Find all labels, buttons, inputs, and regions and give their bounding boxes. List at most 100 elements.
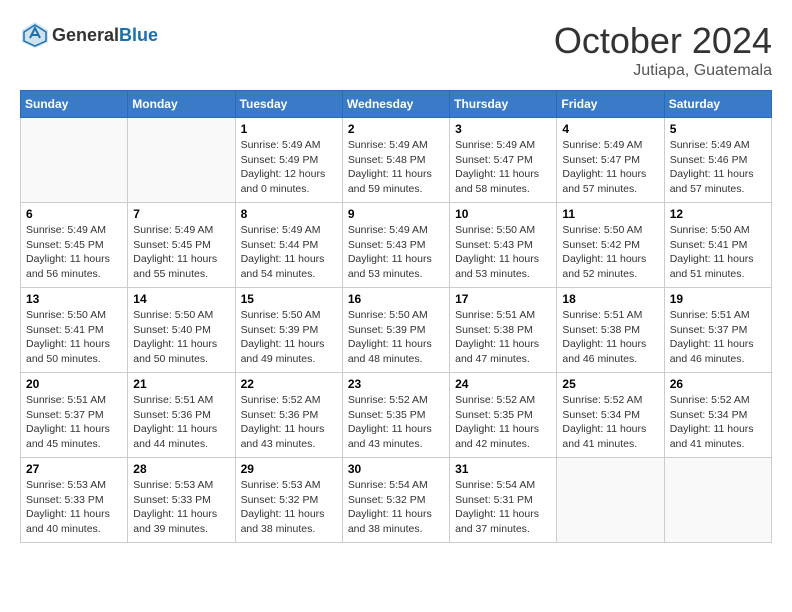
calendar-cell: 5 Sunrise: 5:49 AMSunset: 5:46 PMDaylight… bbox=[664, 118, 771, 203]
page-header: GeneralBlue October 2024 Jutiapa, Guatem… bbox=[20, 20, 772, 80]
calendar-cell: 3Sunrise: 5:49 AMSunset: 5:47 PMDaylight… bbox=[450, 118, 557, 203]
logo-text: GeneralBlue bbox=[52, 25, 158, 46]
calendar-cell: 4 Sunrise: 5:49 AMSunset: 5:47 PMDaylight… bbox=[557, 118, 664, 203]
calendar-week-row: 27 Sunrise: 5:53 AMSunset: 5:33 PMDayligh… bbox=[21, 458, 772, 543]
calendar-cell: 11 Sunrise: 5:50 AMSunset: 5:42 PMDayligh… bbox=[557, 203, 664, 288]
day-number: 14 bbox=[133, 292, 229, 306]
day-number: 16 bbox=[348, 292, 444, 306]
logo-icon bbox=[20, 20, 50, 50]
calendar-cell: 20 Sunrise: 5:51 AMSunset: 5:37 PMDayligh… bbox=[21, 373, 128, 458]
weekday-header: Friday bbox=[557, 91, 664, 118]
day-number: 31 bbox=[455, 462, 551, 476]
calendar-cell: 24 Sunrise: 5:52 AMSunset: 5:35 PMDayligh… bbox=[450, 373, 557, 458]
calendar-cell: 2 Sunrise: 5:49 AMSunset: 5:48 PMDaylight… bbox=[342, 118, 449, 203]
calendar-cell: 15 Sunrise: 5:50 AMSunset: 5:39 PMDayligh… bbox=[235, 288, 342, 373]
day-number: 8 bbox=[241, 207, 337, 221]
day-number: 24 bbox=[455, 377, 551, 391]
day-info: Sunrise: 5:50 AMSunset: 5:39 PMDaylight:… bbox=[348, 308, 444, 367]
calendar-cell: 16 Sunrise: 5:50 AMSunset: 5:39 PMDayligh… bbox=[342, 288, 449, 373]
day-number: 2 bbox=[348, 122, 444, 136]
day-info: Sunrise: 5:52 AMSunset: 5:34 PMDaylight:… bbox=[562, 393, 658, 452]
day-number: 19 bbox=[670, 292, 766, 306]
day-number: 15 bbox=[241, 292, 337, 306]
day-info: Sunrise: 5:50 AMSunset: 5:39 PMDaylight:… bbox=[241, 308, 337, 367]
day-info: Sunrise: 5:52 AMSunset: 5:35 PMDaylight:… bbox=[455, 393, 551, 452]
calendar-cell: 31Sunrise: 5:54 AMSunset: 5:31 PMDayligh… bbox=[450, 458, 557, 543]
day-info: Sunrise: 5:51 AMSunset: 5:38 PMDaylight:… bbox=[455, 308, 551, 367]
day-info: Sunrise: 5:52 AMSunset: 5:34 PMDaylight:… bbox=[670, 393, 766, 452]
weekday-header: Sunday bbox=[21, 91, 128, 118]
day-info: Sunrise: 5:50 AMSunset: 5:40 PMDaylight:… bbox=[133, 308, 229, 367]
day-number: 12 bbox=[670, 207, 766, 221]
day-number: 28 bbox=[133, 462, 229, 476]
day-info: Sunrise: 5:50 AMSunset: 5:42 PMDaylight:… bbox=[562, 223, 658, 282]
calendar-cell: 19 Sunrise: 5:51 AMSunset: 5:37 PMDayligh… bbox=[664, 288, 771, 373]
calendar-table: SundayMondayTuesdayWednesdayThursdayFrid… bbox=[20, 90, 772, 543]
day-number: 18 bbox=[562, 292, 658, 306]
day-number: 17 bbox=[455, 292, 551, 306]
day-info: Sunrise: 5:49 AMSunset: 5:44 PMDaylight:… bbox=[241, 223, 337, 282]
weekday-header: Thursday bbox=[450, 91, 557, 118]
day-number: 25 bbox=[562, 377, 658, 391]
day-number: 30 bbox=[348, 462, 444, 476]
month-title: October 2024 bbox=[554, 20, 772, 62]
day-info: Sunrise: 5:50 AMSunset: 5:41 PMDaylight:… bbox=[670, 223, 766, 282]
calendar-cell: 30 Sunrise: 5:54 AMSunset: 5:32 PMDayligh… bbox=[342, 458, 449, 543]
calendar-cell: 13 Sunrise: 5:50 AMSunset: 5:41 PMDayligh… bbox=[21, 288, 128, 373]
day-info: Sunrise: 5:53 AMSunset: 5:33 PMDaylight:… bbox=[133, 478, 229, 537]
day-info: Sunrise: 5:53 AMSunset: 5:33 PMDaylight:… bbox=[26, 478, 122, 537]
calendar-week-row: 20 Sunrise: 5:51 AMSunset: 5:37 PMDayligh… bbox=[21, 373, 772, 458]
day-number: 5 bbox=[670, 122, 766, 136]
day-number: 27 bbox=[26, 462, 122, 476]
day-info: Sunrise: 5:49 AMSunset: 5:46 PMDaylight:… bbox=[670, 138, 766, 197]
day-info: Sunrise: 5:49 AMSunset: 5:45 PMDaylight:… bbox=[26, 223, 122, 282]
calendar-week-row: 6 Sunrise: 5:49 AMSunset: 5:45 PMDaylight… bbox=[21, 203, 772, 288]
calendar-cell: 1 Sunrise: 5:49 AMSunset: 5:49 PMDaylight… bbox=[235, 118, 342, 203]
day-number: 6 bbox=[26, 207, 122, 221]
day-info: Sunrise: 5:49 AMSunset: 5:43 PMDaylight:… bbox=[348, 223, 444, 282]
day-number: 4 bbox=[562, 122, 658, 136]
calendar-cell: 25 Sunrise: 5:52 AMSunset: 5:34 PMDayligh… bbox=[557, 373, 664, 458]
calendar-cell: 28 Sunrise: 5:53 AMSunset: 5:33 PMDayligh… bbox=[128, 458, 235, 543]
calendar-cell: 8 Sunrise: 5:49 AMSunset: 5:44 PMDaylight… bbox=[235, 203, 342, 288]
calendar-cell: 9Sunrise: 5:49 AMSunset: 5:43 PMDaylight… bbox=[342, 203, 449, 288]
calendar-cell: 29 Sunrise: 5:53 AMSunset: 5:32 PMDayligh… bbox=[235, 458, 342, 543]
day-number: 20 bbox=[26, 377, 122, 391]
calendar-cell: 14 Sunrise: 5:50 AMSunset: 5:40 PMDayligh… bbox=[128, 288, 235, 373]
calendar-cell: 6 Sunrise: 5:49 AMSunset: 5:45 PMDaylight… bbox=[21, 203, 128, 288]
day-info: Sunrise: 5:51 AMSunset: 5:37 PMDaylight:… bbox=[26, 393, 122, 452]
day-info: Sunrise: 5:49 AMSunset: 5:48 PMDaylight:… bbox=[348, 138, 444, 197]
day-info: Sunrise: 5:49 AMSunset: 5:49 PMDaylight:… bbox=[241, 138, 337, 197]
weekday-header: Saturday bbox=[664, 91, 771, 118]
day-info: Sunrise: 5:53 AMSunset: 5:32 PMDaylight:… bbox=[241, 478, 337, 537]
day-number: 22 bbox=[241, 377, 337, 391]
day-number: 23 bbox=[348, 377, 444, 391]
calendar-cell bbox=[664, 458, 771, 543]
logo-blue: Blue bbox=[119, 25, 158, 45]
day-info: Sunrise: 5:50 AMSunset: 5:43 PMDaylight:… bbox=[455, 223, 551, 282]
day-info: Sunrise: 5:51 AMSunset: 5:36 PMDaylight:… bbox=[133, 393, 229, 452]
calendar-cell: 21Sunrise: 5:51 AMSunset: 5:36 PMDayligh… bbox=[128, 373, 235, 458]
calendar-cell: 10 Sunrise: 5:50 AMSunset: 5:43 PMDayligh… bbox=[450, 203, 557, 288]
title-area: October 2024 Jutiapa, Guatemala bbox=[554, 20, 772, 80]
day-number: 13 bbox=[26, 292, 122, 306]
calendar-cell: 22Sunrise: 5:52 AMSunset: 5:36 PMDayligh… bbox=[235, 373, 342, 458]
calendar-cell: 17 Sunrise: 5:51 AMSunset: 5:38 PMDayligh… bbox=[450, 288, 557, 373]
day-info: Sunrise: 5:54 AMSunset: 5:32 PMDaylight:… bbox=[348, 478, 444, 537]
day-info: Sunrise: 5:51 AMSunset: 5:37 PMDaylight:… bbox=[670, 308, 766, 367]
day-info: Sunrise: 5:49 AMSunset: 5:47 PMDaylight:… bbox=[562, 138, 658, 197]
day-number: 11 bbox=[562, 207, 658, 221]
day-number: 29 bbox=[241, 462, 337, 476]
logo-general: General bbox=[52, 25, 119, 45]
day-info: Sunrise: 5:52 AMSunset: 5:35 PMDaylight:… bbox=[348, 393, 444, 452]
day-number: 1 bbox=[241, 122, 337, 136]
day-info: Sunrise: 5:49 AMSunset: 5:45 PMDaylight:… bbox=[133, 223, 229, 282]
weekday-header: Tuesday bbox=[235, 91, 342, 118]
calendar-cell bbox=[128, 118, 235, 203]
calendar-cell: 27 Sunrise: 5:53 AMSunset: 5:33 PMDayligh… bbox=[21, 458, 128, 543]
logo: GeneralBlue bbox=[20, 20, 158, 50]
day-number: 26 bbox=[670, 377, 766, 391]
day-info: Sunrise: 5:50 AMSunset: 5:41 PMDaylight:… bbox=[26, 308, 122, 367]
calendar-cell: 26 Sunrise: 5:52 AMSunset: 5:34 PMDayligh… bbox=[664, 373, 771, 458]
day-number: 10 bbox=[455, 207, 551, 221]
